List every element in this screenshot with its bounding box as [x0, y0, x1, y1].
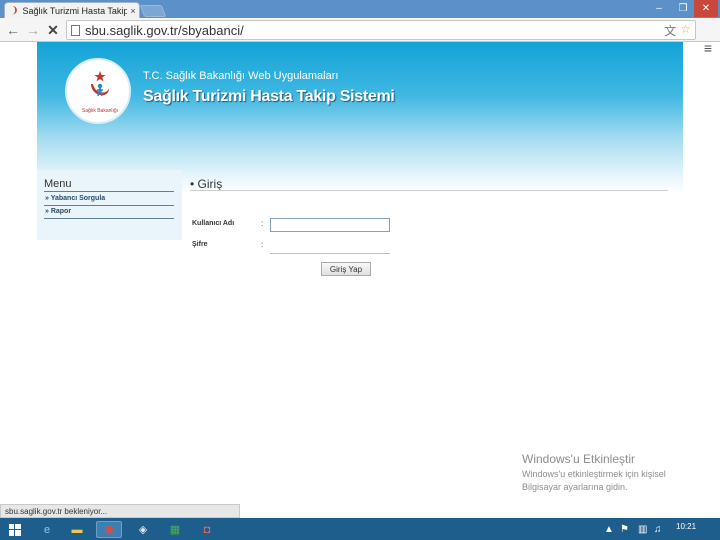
- section-divider: [190, 190, 668, 191]
- browser-status-bar: sbu.saglik.gov.tr bekleniyor...: [0, 504, 240, 518]
- file-explorer-icon[interactable]: ▬: [64, 521, 90, 538]
- clock[interactable]: 10:21: [676, 522, 696, 531]
- browser-tab[interactable]: ❩ Sağlık Turizmi Hasta Takip S ×: [4, 2, 140, 18]
- menu-divider: [44, 205, 174, 206]
- logo-caption: Sağlık Bakanlığı: [81, 108, 119, 114]
- back-arrow-icon[interactable]: ←: [4, 21, 22, 39]
- menu-item-yabanci-sorgula[interactable]: » Yabancı Sorgula: [45, 195, 105, 202]
- activation-line2: Bilgisayar ayarlarına gidin.: [522, 482, 628, 492]
- internet-explorer-icon[interactable]: e: [34, 521, 60, 538]
- menu-title: Menu: [44, 178, 72, 190]
- menu-divider: [44, 218, 174, 219]
- excel-icon[interactable]: ▦: [162, 521, 188, 538]
- windows-activation-watermark: Windows'u Etkinleştir Windows'u etkinleş…: [522, 452, 666, 494]
- translate-icon[interactable]: 文: [664, 22, 676, 39]
- browser-titlebar: ❩ Sağlık Turizmi Hasta Takip S × – ❐ ✕: [0, 0, 720, 18]
- network-icon[interactable]: ▥: [638, 521, 647, 538]
- stop-icon[interactable]: ✕: [44, 21, 62, 39]
- username-input[interactable]: [270, 218, 390, 232]
- action-center-flag-icon[interactable]: ⚑: [620, 521, 629, 538]
- ministry-emblem-icon: [91, 71, 109, 97]
- close-window-button[interactable]: ✕: [694, 0, 718, 17]
- password-label: Şifre: [192, 241, 208, 248]
- favicon-icon: ❩: [11, 5, 19, 15]
- new-tab-button[interactable]: [139, 5, 167, 17]
- section-title: • Giriş: [190, 177, 223, 191]
- address-url[interactable]: sbu.saglik.gov.tr/sbyabanci/: [85, 23, 244, 38]
- activation-title: Windows'u Etkinleştir: [522, 452, 635, 466]
- app-icon[interactable]: ◈: [130, 521, 156, 538]
- volume-icon[interactable]: ♫: [654, 521, 662, 538]
- bookmark-star-icon[interactable]: ☆: [680, 22, 691, 39]
- address-bar[interactable]: sbu.saglik.gov.tr/sbyabanci/ 文 ☆: [66, 20, 696, 40]
- system-name: Sağlık Turizmi Hasta Takip Sistemi: [143, 88, 395, 105]
- login-button[interactable]: Giriş Yap: [321, 262, 371, 276]
- windows-taskbar: e ▬ ◉ ◈ ▦ ◘ ▲ ⚑ ▥ ♫ 10:21: [0, 518, 720, 540]
- minimize-button[interactable]: –: [646, 0, 672, 17]
- username-label: Kullanıcı Adı: [192, 220, 235, 227]
- username-colon: :: [261, 219, 264, 228]
- side-menu: Menu » Yabancı Sorgula » Rapor: [37, 170, 182, 240]
- menu-divider: [44, 191, 174, 192]
- maximize-button[interactable]: ❐: [672, 0, 694, 17]
- tab-close-icon[interactable]: ×: [127, 6, 139, 16]
- page-icon: [71, 24, 80, 36]
- tray-expand-icon[interactable]: ▲: [604, 521, 614, 538]
- activation-line1: Windows'u etkinleştirmek için kişisel: [522, 469, 666, 479]
- forward-arrow-icon[interactable]: →: [24, 21, 42, 39]
- start-button-icon[interactable]: [2, 521, 28, 538]
- org-name: T.C. Sağlık Bakanlığı Web Uygulamaları: [143, 70, 339, 82]
- browser-toolbar: ← → ✕ sbu.saglik.gov.tr/sbyabanci/ 文 ☆ ≡: [0, 18, 720, 56]
- chrome-icon[interactable]: ◉: [96, 521, 122, 538]
- browser-menu-icon[interactable]: ≡: [700, 38, 716, 58]
- menu-item-rapor[interactable]: » Rapor: [45, 208, 71, 215]
- tab-title: Sağlık Turizmi Hasta Takip S: [22, 5, 127, 16]
- media-app-icon[interactable]: ◘: [194, 521, 220, 538]
- ministry-logo: Sağlık Bakanlığı: [65, 58, 131, 124]
- password-input[interactable]: [270, 242, 390, 254]
- password-colon: :: [261, 240, 264, 249]
